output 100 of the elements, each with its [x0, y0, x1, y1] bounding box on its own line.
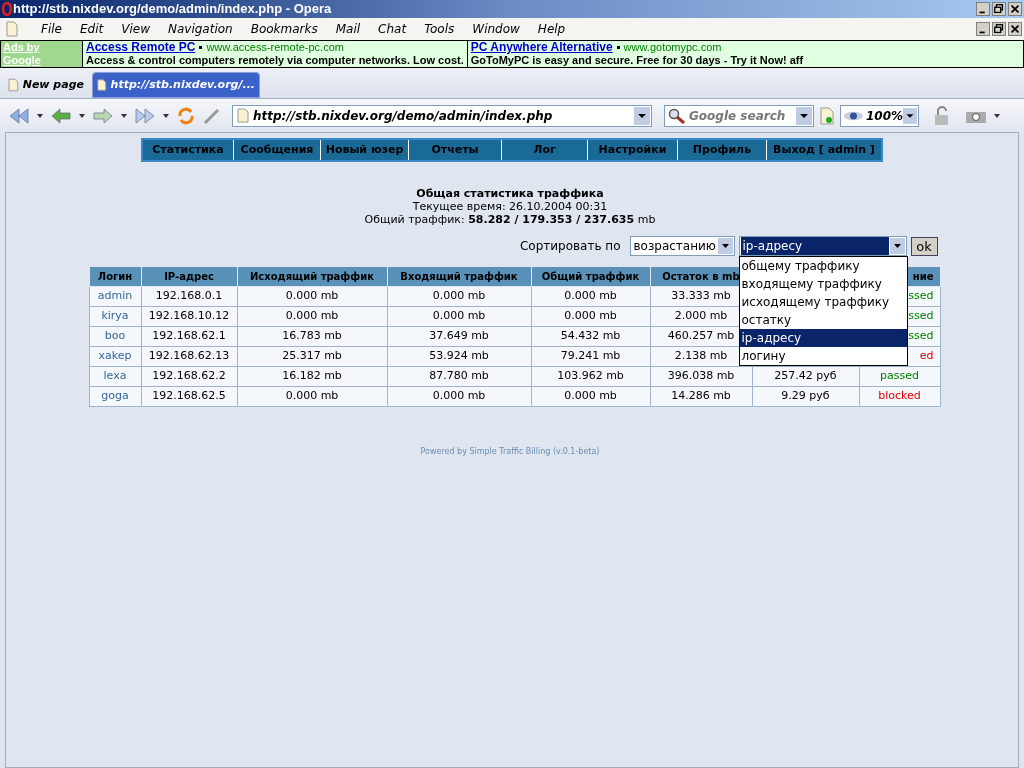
- table-cell: 103.962 mb: [531, 366, 650, 387]
- table-cell: 192.168.0.1: [141, 286, 237, 307]
- current-time: Текущее время: 26.10.2004 00:31: [412, 200, 608, 213]
- caret-icon[interactable]: [120, 112, 128, 119]
- opera-logo-icon[interactable]: [2, 2, 12, 16]
- back-arrow-icon[interactable]: [50, 106, 72, 125]
- ad-title-link[interactable]: PC Anywhere Alternative: [470, 41, 613, 54]
- status-cell: passed: [859, 366, 940, 387]
- login-link[interactable]: xakep: [89, 346, 141, 367]
- table-cell: 87.780 mb: [387, 366, 531, 387]
- column-header: Общий траффик: [531, 266, 650, 287]
- table-cell: 0.000 mb: [387, 386, 531, 407]
- table-cell: 14.286 mb: [650, 386, 752, 407]
- add-page-icon[interactable]: [820, 106, 834, 125]
- table-cell: 396.038 mb: [650, 366, 752, 387]
- ad-url: www.gotomypc.com: [623, 41, 722, 54]
- nav-link[interactable]: Выход [ admin ]: [767, 140, 881, 160]
- padlock-icon[interactable]: [933, 105, 951, 126]
- ok-button[interactable]: ok: [910, 236, 938, 256]
- login-link[interactable]: goga: [89, 386, 141, 407]
- nav-link[interactable]: Профиль: [678, 140, 767, 160]
- menu-item[interactable]: Help: [528, 20, 575, 38]
- table-cell: 0.000 mb: [531, 306, 650, 327]
- column-header: Исходящий траффик: [237, 266, 387, 287]
- table-cell: 0.000 mb: [387, 286, 531, 307]
- nav-link[interactable]: Сообщения: [234, 140, 321, 160]
- close-icon[interactable]: [1008, 2, 1022, 16]
- nav-link[interactable]: Новый юзер: [321, 140, 409, 160]
- caret-icon[interactable]: [36, 112, 44, 119]
- table-cell: 37.649 mb: [387, 326, 531, 347]
- sort-order-select[interactable]: возрастанию: [629, 236, 735, 256]
- minimize-icon[interactable]: [976, 22, 990, 36]
- close-icon[interactable]: [1008, 22, 1022, 36]
- dropdown-option[interactable]: ip-адресу: [739, 329, 907, 347]
- login-link[interactable]: boo: [89, 326, 141, 347]
- table-cell: 192.168.62.1: [141, 326, 237, 347]
- table-cell: 0.000 mb: [531, 286, 650, 307]
- table-cell: 54.432 mb: [531, 326, 650, 347]
- dropdown-option[interactable]: входящему траффику: [739, 275, 907, 293]
- table-cell: 0.000 mb: [387, 306, 531, 327]
- zoom-field[interactable]: 100%: [840, 104, 919, 127]
- menu-item[interactable]: File: [32, 20, 71, 38]
- nav-link[interactable]: Лог: [502, 140, 588, 160]
- restore-icon[interactable]: [992, 2, 1006, 16]
- page-icon[interactable]: [97, 78, 107, 92]
- address-field[interactable]: http://stb.nixdev.org/demo/admin/index.php: [232, 104, 652, 127]
- column-header: Входящий траффик: [387, 266, 531, 287]
- login-link[interactable]: lexa: [89, 366, 141, 387]
- table-cell: 257.42 руб: [752, 366, 859, 387]
- login-link[interactable]: kirya: [89, 306, 141, 327]
- column-header: IP-адрес: [141, 266, 237, 287]
- column-header: Логин: [89, 266, 141, 287]
- table-cell: 192.168.62.13: [141, 346, 237, 367]
- menu-item[interactable]: Navigation: [158, 20, 242, 38]
- table-cell: 16.783 mb: [237, 326, 387, 347]
- dropdown-option[interactable]: общему траффику: [739, 257, 907, 275]
- menu-item[interactable]: Tools: [415, 20, 464, 38]
- fast-forward-icon[interactable]: [134, 106, 156, 125]
- search-field[interactable]: Google search: [664, 104, 814, 127]
- menu-item[interactable]: Window: [463, 20, 529, 38]
- table-cell: 16.182 mb: [237, 366, 387, 387]
- menu-item[interactable]: Edit: [70, 20, 113, 38]
- caret-icon[interactable]: [78, 112, 86, 119]
- ad-url: www.access-remote-pc.com: [206, 41, 344, 54]
- table-cell: 192.168.62.5: [141, 386, 237, 407]
- caret-icon[interactable]: [993, 112, 1001, 119]
- ad-text: Access & control computers remotely via computer networks. Low cost.: [86, 54, 464, 67]
- nav-link[interactable]: Отчеты: [409, 140, 502, 160]
- tab[interactable]: New page: [4, 72, 88, 98]
- restore-icon[interactable]: [992, 22, 1006, 36]
- menu-item[interactable]: Chat: [369, 20, 416, 38]
- table-cell: 79.241 mb: [531, 346, 650, 367]
- table-cell: 0.000 mb: [237, 306, 387, 327]
- table-cell: 192.168.10.12: [141, 306, 237, 327]
- footer-text: Powered by Simple Traffic Billing (v.0.1-beta): [420, 446, 600, 458]
- tab[interactable]: http://stb.nixdev.org/...: [92, 72, 260, 98]
- ad-text: GoToMyPC is easy and secure. Free for 30 days - Try it Now! aff: [470, 54, 805, 67]
- rewind-icon[interactable]: [8, 106, 30, 125]
- total-traffic: Общий траффик: 58.282 / 179.353 / 237.635 mb: [364, 213, 656, 226]
- sort-field-select[interactable]: ip-адресу: [738, 236, 907, 256]
- sort-label: Сортировать по: [519, 238, 621, 255]
- menu-item[interactable]: Bookmarks: [241, 20, 327, 38]
- caret-icon[interactable]: [162, 112, 170, 119]
- login-link[interactable]: admin: [89, 286, 141, 307]
- ad-title-link[interactable]: Access Remote PC: [86, 41, 196, 54]
- page-heading: Общая статистика траффика: [416, 187, 604, 200]
- window-title: http://stb.nixdev.org/demo/admin/index.php - Opera: [13, 0, 333, 19]
- table-cell: 9.29 руб: [752, 386, 859, 407]
- bullet-icon: [616, 46, 620, 49]
- table-cell: 192.168.62.2: [141, 366, 237, 387]
- table-cell: 0.000 mb: [531, 386, 650, 407]
- nav-link[interactable]: Настройки: [588, 140, 678, 160]
- nav-link[interactable]: Статистика: [143, 140, 234, 160]
- menu-item[interactable]: View: [112, 20, 159, 38]
- status-cell: blocked: [859, 386, 940, 407]
- search-icon[interactable]: [668, 107, 686, 124]
- table-cell: 25.317 mb: [237, 346, 387, 367]
- menu-item[interactable]: Mail: [326, 20, 370, 38]
- bullet-icon: [199, 46, 203, 49]
- minimize-icon[interactable]: [976, 2, 990, 16]
